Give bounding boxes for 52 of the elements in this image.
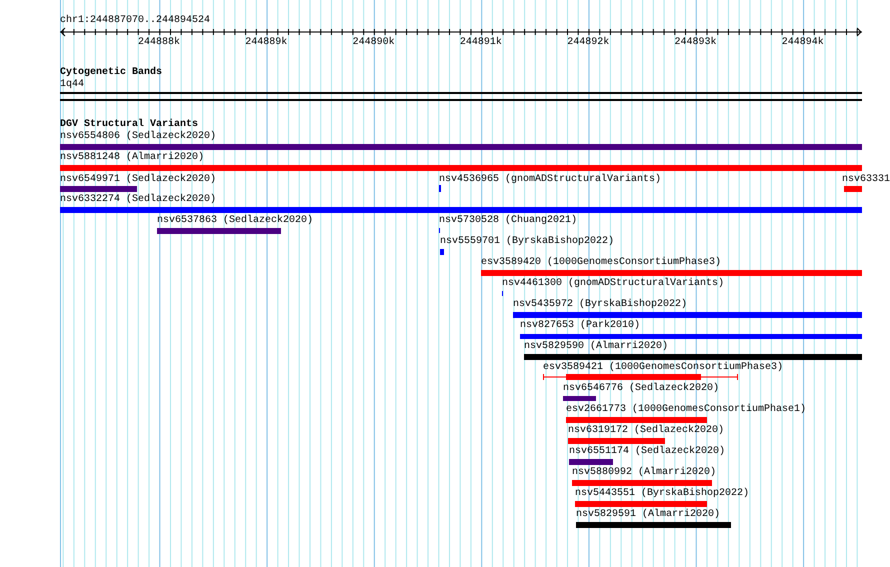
feature-label[interactable]: nsv4536965 (gnomADStructuralVariants) <box>439 174 662 186</box>
tick-label: 244893k <box>674 37 717 49</box>
tick-label: 244891k <box>460 37 502 49</box>
feature-label[interactable]: nsv6332274 (Sedlazeck2020) <box>60 194 216 206</box>
feature-label[interactable]: esv3589420 (1000GenomesConsortiumPhase3) <box>481 257 722 269</box>
feature-label[interactable]: nsv6551174 (Sedlazeck2020) <box>569 446 726 458</box>
feature-label[interactable]: nsv6546776 (Sedlazeck2020) <box>563 383 720 395</box>
feature-label[interactable]: nsv4461300 (gnomADStructuralVariants) <box>502 278 724 290</box>
feature-label[interactable]: nsv5829590 (Almarri2020) <box>524 341 668 353</box>
feature-label[interactable]: nsv63331 <box>842 174 890 186</box>
feature-label[interactable]: esv3589421 (1000GenomesConsortiumPhase3) <box>543 362 784 374</box>
feature-label[interactable]: nsv6554806 (Sedlazeck2020) <box>60 131 216 143</box>
feature-bar[interactable] <box>566 417 707 423</box>
feature-bar[interactable] <box>569 459 613 465</box>
feature-bar[interactable] <box>844 186 862 192</box>
feature-bar[interactable] <box>572 480 712 486</box>
feature-bar[interactable] <box>575 501 707 507</box>
feature-bar[interactable] <box>481 270 862 276</box>
location-label: chr1:244887070..244894524 <box>60 15 210 27</box>
feature-bar[interactable] <box>568 438 665 444</box>
feature-bar[interactable] <box>513 312 862 318</box>
track-title: DGV Structural Variants <box>60 119 198 130</box>
feature-label[interactable]: nsv827653 (Park2010) <box>520 320 640 332</box>
feature-label[interactable]: nsv5829591 (Almarri2020) <box>576 509 720 521</box>
tick-label: 244892k <box>567 37 610 49</box>
feature-label[interactable]: nsv6549971 (Sedlazeck2020) <box>60 174 216 186</box>
feature-label[interactable]: nsv6537863 (Sedlazeck2020) <box>157 215 314 227</box>
feature-label[interactable]: nsv5730528 (Chuang2021) <box>439 215 578 227</box>
band-label: 1q44 <box>60 79 84 91</box>
feature-bar[interactable] <box>60 144 862 150</box>
track-title: Cytogenetic Bands <box>60 67 162 79</box>
tick-label: 244889k <box>245 37 288 49</box>
feature-label[interactable]: nsv5443551 (ByrskaBishop2022) <box>575 488 750 500</box>
feature-label[interactable]: esv2661773 (1000GenomesConsortiumPhase1) <box>566 404 806 416</box>
feature-bar[interactable] <box>60 165 862 171</box>
feature-label[interactable]: nsv5435972 (ByrskaBishop2022) <box>513 299 688 311</box>
feature-bar[interactable] <box>60 186 137 192</box>
feature-bar[interactable] <box>563 396 596 401</box>
tick-label: 244890k <box>352 37 395 49</box>
tick-label: 244888k <box>138 37 180 49</box>
feature-bar[interactable] <box>520 334 862 339</box>
feature-bar[interactable] <box>576 522 731 528</box>
feature-bar[interactable] <box>60 207 862 213</box>
feature-label[interactable]: nsv5559701 (ByrskaBishop2022) <box>440 236 614 248</box>
feature-bar[interactable] <box>566 374 701 380</box>
feature-bar[interactable] <box>440 249 444 255</box>
feature-label[interactable]: nsv5881248 (Almarri2020) <box>60 152 204 164</box>
feature-label[interactable]: nsv5880992 (Almarri2020) <box>572 467 716 479</box>
feature-bar[interactable] <box>524 354 862 360</box>
feature-bar[interactable] <box>157 228 281 234</box>
tick-label: 244894k <box>782 37 824 49</box>
feature-label[interactable]: nsv6319172 (Sedlazeck2020) <box>568 425 724 437</box>
